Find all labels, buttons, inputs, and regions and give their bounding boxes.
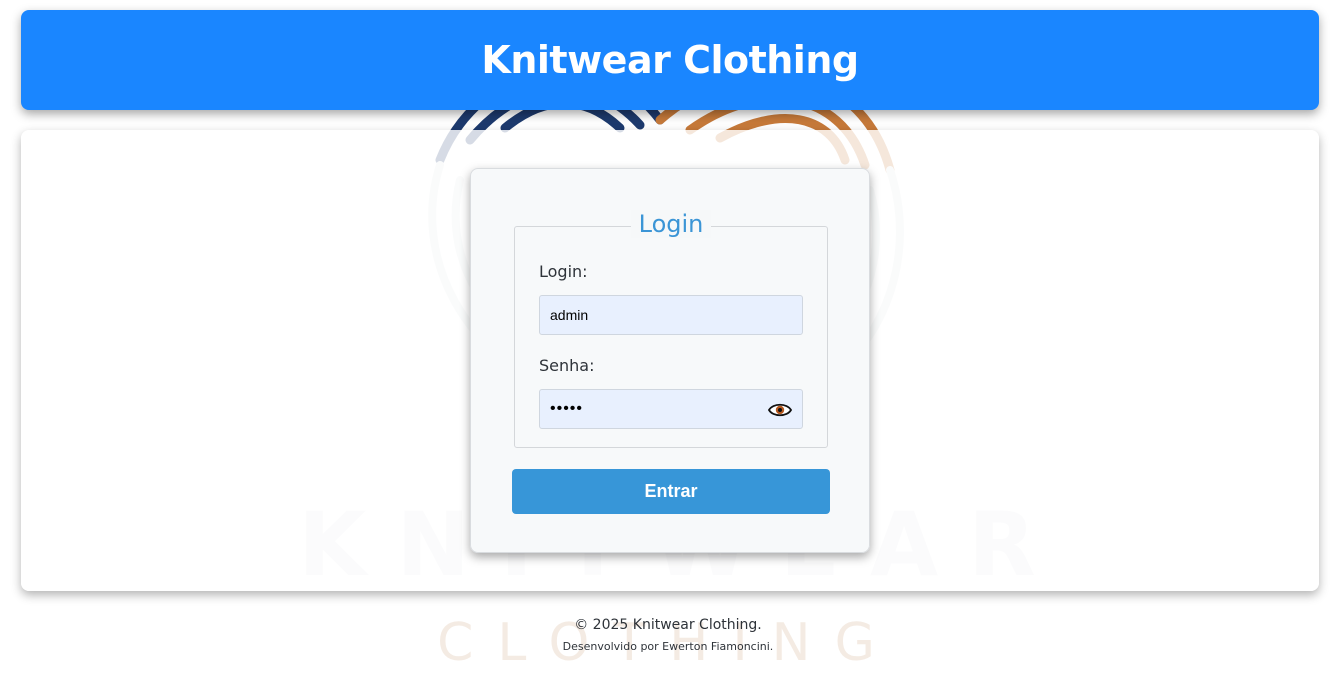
login-fieldset: Login Login: Senha: (514, 210, 828, 448)
login-form: Login Login: Senha: Entrar (470, 168, 870, 553)
site-footer: © 2025 Knitwear Clothing. Desenvolvido p… (0, 614, 1336, 658)
password-input[interactable] (539, 389, 803, 429)
site-header: Knitwear Clothing (21, 10, 1319, 110)
credits-text: Desenvolvido por Ewerton Fiamoncini. (562, 640, 774, 653)
username-label: Login: (539, 262, 588, 281)
copyright-text: © 2025 Knitwear Clothing. (574, 617, 762, 633)
login-legend-text: Login (630, 210, 712, 238)
username-input[interactable] (539, 295, 803, 335)
password-label: Senha: (539, 356, 595, 375)
login-submit-button[interactable]: Entrar (512, 469, 830, 514)
login-legend: Login (515, 210, 827, 238)
show-password-eye-icon[interactable] (767, 400, 793, 420)
site-title: Knitwear Clothing (481, 38, 859, 82)
